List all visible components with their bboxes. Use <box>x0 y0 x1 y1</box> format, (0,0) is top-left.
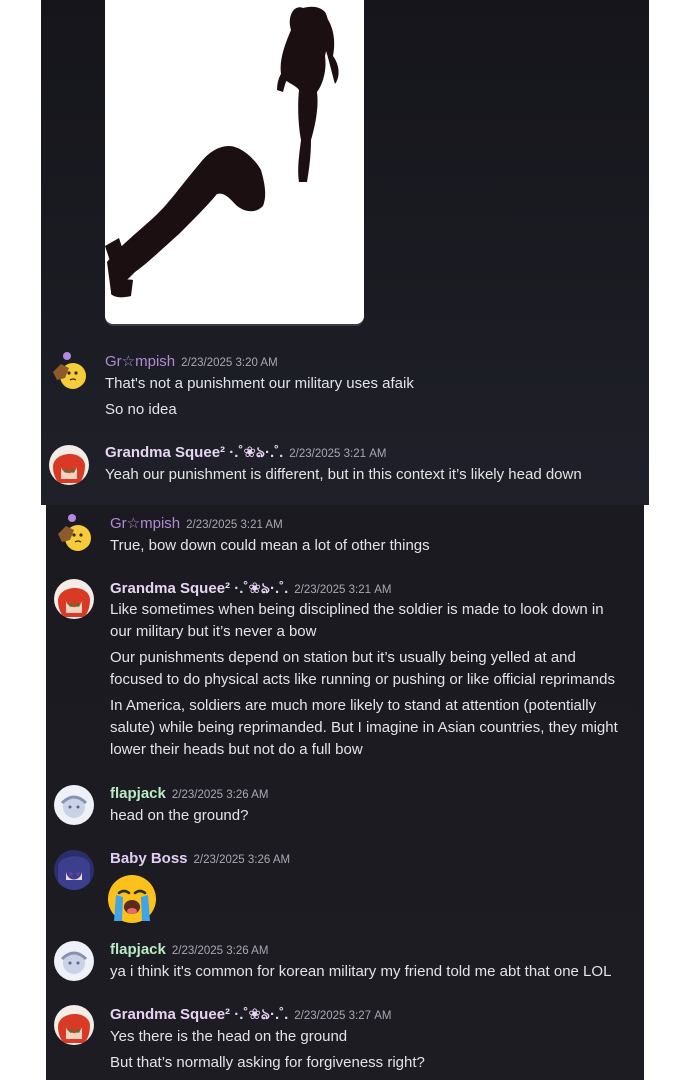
grumpish-avatar-icon <box>58 514 91 551</box>
message-text: In America, soldiers are much more likel… <box>110 697 618 758</box>
chat-panel-top: Gr☆mpish 2/23/2025 3:20 AM That's not a p… <box>41 0 649 505</box>
timestamp: 2/23/2025 3:27 AM <box>294 1010 392 1022</box>
grumpish-avatar-icon <box>53 352 86 389</box>
timestamp: 2/23/2025 3:20 AM <box>181 357 278 369</box>
username[interactable]: Gr☆mpish <box>105 353 175 370</box>
timestamp: 2/23/2025 3:26 AM <box>171 945 269 957</box>
image-attachment[interactable] <box>105 0 364 324</box>
timestamp: 2/23/2025 3:26 AM <box>193 854 291 866</box>
avatar[interactable] <box>49 445 89 485</box>
username[interactable]: Grandma Squee² ·.˚❀ঌ·.˚. <box>105 444 283 461</box>
flapjack-avatar-icon <box>54 785 94 825</box>
timestamp: 2/23/2025 3:21 AM <box>289 448 387 460</box>
squee-avatar-icon <box>54 1005 94 1045</box>
message-text: Our punishments depend on station but it… <box>110 649 615 688</box>
loudly-crying-face-icon <box>108 875 156 923</box>
message-text: ya i think it's common for korean milita… <box>110 963 612 980</box>
timestamp: 2/23/2025 3:21 AM <box>294 584 392 596</box>
message-text: Yes there is the head on the ground <box>110 1028 348 1045</box>
avatar[interactable] <box>54 850 94 890</box>
username[interactable]: Grandma Squee² ·.˚❀ঌ·.˚. <box>110 580 288 597</box>
silhouette-illustration <box>105 6 339 298</box>
username[interactable]: Gr☆mpish <box>110 515 180 532</box>
avatar[interactable] <box>49 350 89 390</box>
message-text: That's not a punishment our military use… <box>105 375 414 392</box>
timestamp: 2/23/2025 3:21 AM <box>186 519 283 531</box>
message-text: Like sometimes when being disciplined th… <box>110 601 604 640</box>
avatar[interactable] <box>54 1005 94 1045</box>
squee-avatar-icon <box>54 579 94 619</box>
message-text: True, bow down could mean a lot of other… <box>110 537 430 554</box>
message-text: Yeah our punishment is different, but in… <box>105 466 582 483</box>
username[interactable]: flapjack <box>110 785 166 802</box>
avatar[interactable] <box>54 785 94 825</box>
avatar[interactable] <box>54 579 94 619</box>
username[interactable]: flapjack <box>110 941 166 958</box>
babyboss-avatar-icon <box>54 850 94 890</box>
username[interactable]: Grandma Squee² ·.˚❀ঌ·.˚. <box>110 1006 288 1023</box>
username[interactable]: Baby Boss <box>110 850 188 867</box>
message-text: But that’s normally asking for forgivene… <box>110 1054 425 1071</box>
timestamp: 2/23/2025 3:26 AM <box>171 789 269 801</box>
chat-panel-bottom: Gr☆mpish 2/23/2025 3:21 AM True, bow down… <box>46 505 644 1080</box>
squee-avatar-icon <box>49 445 89 485</box>
message-text: head on the ground? <box>110 807 249 824</box>
flapjack-avatar-icon <box>54 941 94 981</box>
message-text: So no idea <box>105 401 177 418</box>
avatar[interactable] <box>54 941 94 981</box>
avatar[interactable] <box>54 512 94 552</box>
